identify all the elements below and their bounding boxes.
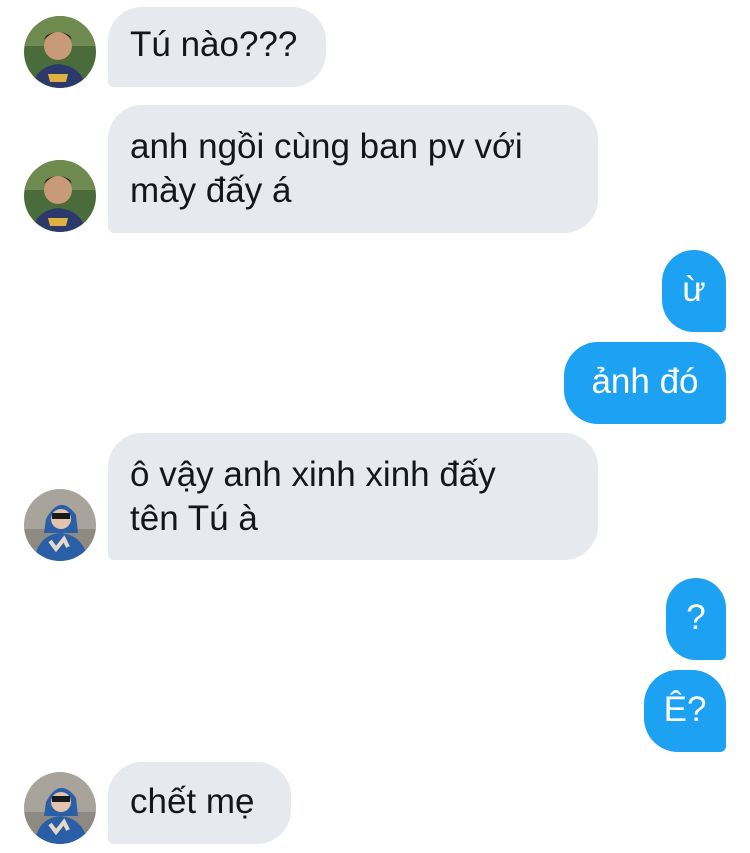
message-bubble[interactable]: chết mẹ bbox=[108, 762, 291, 844]
message-text: anh ngồi cùng ban pv với bbox=[130, 127, 523, 166]
user-photo-icon bbox=[24, 16, 96, 88]
user-photo-icon bbox=[24, 160, 96, 232]
avatar[interactable] bbox=[24, 16, 96, 88]
avatar[interactable] bbox=[24, 489, 96, 561]
message-text: ô vậy anh xinh xinh đấy bbox=[130, 455, 496, 494]
message-text: ừ bbox=[682, 270, 706, 309]
message-bubble[interactable]: ô vậy anh xinh xinh đấy tên Tú à bbox=[108, 433, 598, 560]
message-bubble[interactable]: ừ bbox=[662, 250, 726, 332]
message-text: chết mẹ bbox=[130, 782, 255, 821]
user-photo-icon bbox=[24, 772, 96, 844]
message-text: ảnh đó bbox=[591, 362, 699, 401]
message-bubble[interactable]: anh ngồi cùng ban pv với mày đấy á bbox=[108, 105, 598, 233]
message-text: mày đấy á bbox=[130, 171, 292, 210]
message-text: Tú nào??? bbox=[130, 25, 298, 64]
message-bubble[interactable]: ? bbox=[666, 578, 726, 660]
message-bubble[interactable]: ảnh đó bbox=[564, 342, 726, 424]
chat-thread: Tú nào??? anh ngồi cùng ban pv với mày đ… bbox=[0, 0, 750, 853]
message-text: Ê? bbox=[663, 690, 707, 729]
message-text: ? bbox=[686, 598, 706, 637]
user-photo-icon bbox=[24, 489, 96, 561]
message-text: tên Tú à bbox=[130, 499, 258, 538]
message-bubble[interactable]: Tú nào??? bbox=[108, 7, 326, 87]
message-bubble[interactable]: Ê? bbox=[644, 670, 726, 752]
avatar[interactable] bbox=[24, 160, 96, 232]
avatar[interactable] bbox=[24, 772, 96, 844]
